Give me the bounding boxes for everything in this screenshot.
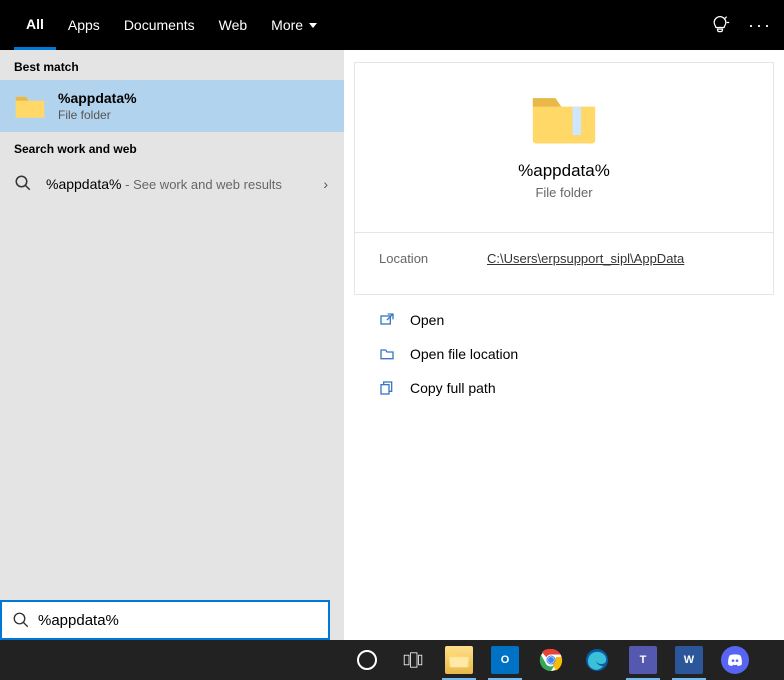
action-open-location[interactable]: Open file location <box>372 337 756 371</box>
action-open-location-label: Open file location <box>410 346 518 362</box>
copy-icon <box>378 379 396 397</box>
action-open-label: Open <box>410 312 444 328</box>
action-copy-path-label: Copy full path <box>410 380 496 396</box>
folder-open-icon <box>378 345 396 363</box>
best-match-header: Best match <box>0 50 344 80</box>
chrome-icon <box>539 648 563 672</box>
file-explorer-icon <box>445 646 473 674</box>
action-copy-path[interactable]: Copy full path <box>372 371 756 405</box>
folder-icon <box>530 89 598 147</box>
search-icon <box>12 611 30 629</box>
search-input[interactable] <box>38 612 318 629</box>
result-title: %appdata% <box>58 90 137 106</box>
taskbar-app-word[interactable]: W <box>666 640 712 680</box>
edge-icon <box>585 648 609 672</box>
folder-icon <box>14 92 46 120</box>
taskbar-app-chrome[interactable] <box>528 640 574 680</box>
tab-all[interactable]: All <box>14 0 56 50</box>
result-subtitle: File folder <box>58 108 137 122</box>
search-tabs-bar: All Apps Documents Web More ··· <box>0 0 784 50</box>
cortana-icon <box>357 650 377 670</box>
taskbar-app-explorer[interactable] <box>436 640 482 680</box>
search-web-result[interactable]: %appdata% - See work and web results › <box>0 162 344 206</box>
cortana-button[interactable] <box>344 640 390 680</box>
task-view-button[interactable] <box>390 640 436 680</box>
preview-title: %appdata% <box>518 161 610 181</box>
tab-more[interactable]: More <box>259 0 329 50</box>
search-box[interactable] <box>0 600 330 640</box>
discord-icon <box>721 646 749 674</box>
best-match-result[interactable]: %appdata% File folder <box>0 80 344 132</box>
location-value[interactable]: C:\Users\erpsupport_sipl\AppData <box>487 251 684 266</box>
tab-documents[interactable]: Documents <box>112 0 207 50</box>
taskbar-app-teams[interactable]: T <box>620 640 666 680</box>
search-web-hint: - See work and web results <box>122 177 282 192</box>
search-web-header: Search work and web <box>0 132 344 162</box>
location-label: Location <box>379 251 487 266</box>
preview-panel: %appdata% File folder Location C:\Users\… <box>344 50 784 640</box>
task-view-icon <box>403 652 423 668</box>
taskbar-app-discord[interactable] <box>712 640 758 680</box>
action-open[interactable]: Open <box>372 303 756 337</box>
ellipsis-icon[interactable]: ··· <box>748 15 772 36</box>
search-icon <box>14 174 34 194</box>
search-web-query: %appdata% <box>46 176 122 192</box>
results-panel: Best match %appdata% File folder Search … <box>0 50 344 640</box>
teams-icon: T <box>629 646 657 674</box>
open-icon <box>378 311 396 329</box>
taskbar-app-outlook[interactable]: O <box>482 640 528 680</box>
preview-subtitle: File folder <box>535 185 592 200</box>
feedback-icon[interactable] <box>710 15 730 35</box>
chevron-down-icon <box>309 23 317 28</box>
tab-more-label: More <box>271 17 303 33</box>
tab-web[interactable]: Web <box>207 0 260 50</box>
outlook-icon: O <box>491 646 519 674</box>
taskbar: O T W <box>0 640 784 680</box>
taskbar-app-edge[interactable] <box>574 640 620 680</box>
chevron-right-icon: › <box>323 176 328 192</box>
word-icon: W <box>675 646 703 674</box>
tab-apps[interactable]: Apps <box>56 0 112 50</box>
